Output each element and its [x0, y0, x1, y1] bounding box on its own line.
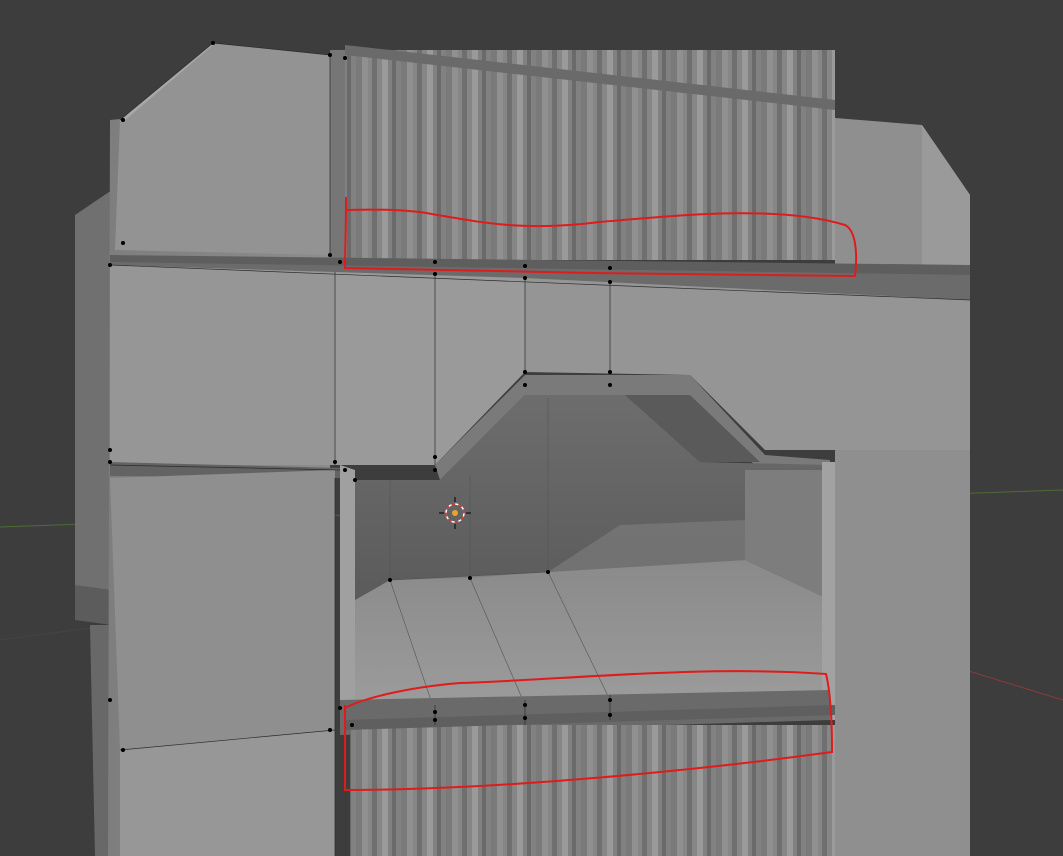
3d-viewport[interactable] [0, 0, 1063, 856]
mesh-model[interactable] [75, 41, 971, 856]
